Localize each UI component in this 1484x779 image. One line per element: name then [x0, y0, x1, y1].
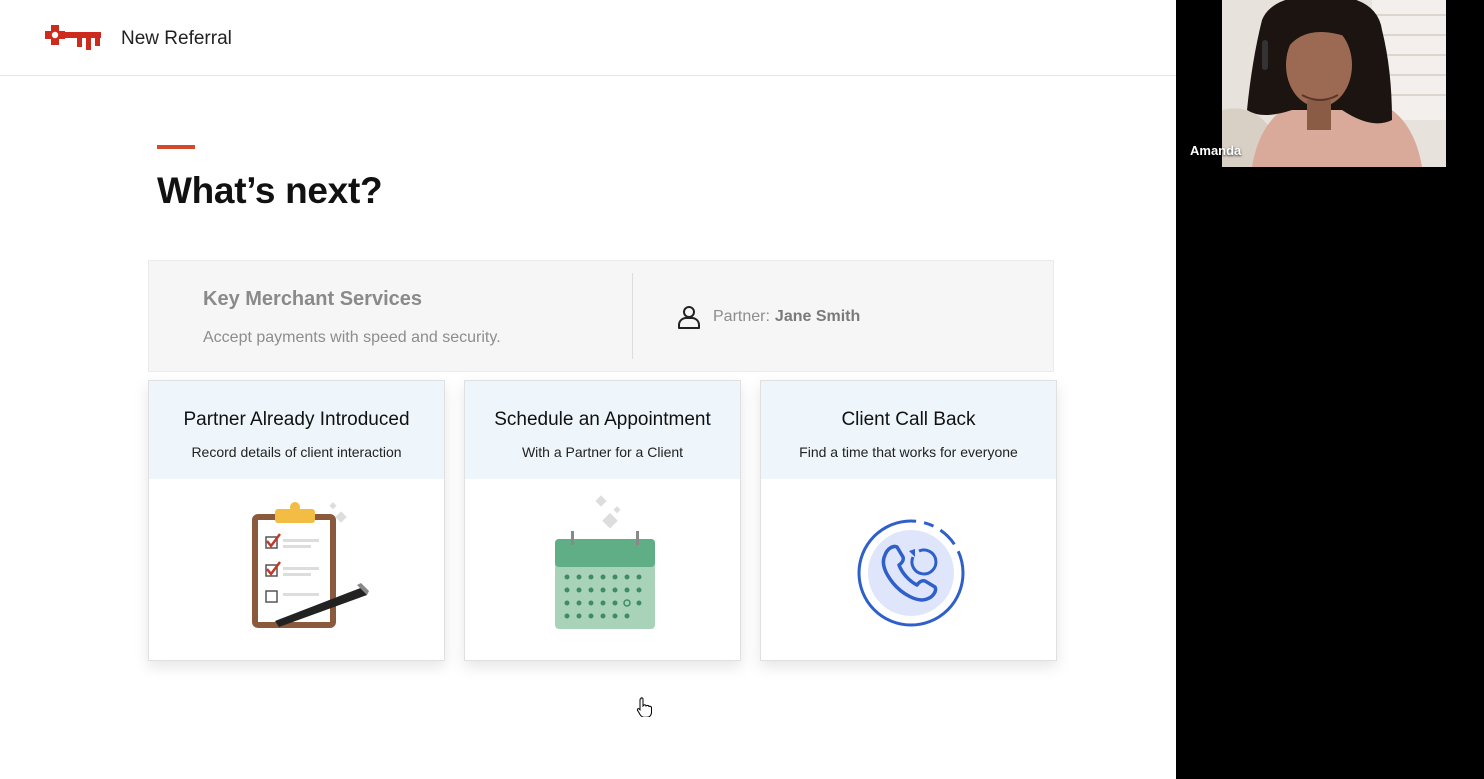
page-heading: What’s next?	[157, 170, 383, 211]
clipboard-checklist-icon	[252, 502, 369, 628]
calendar-icon	[555, 495, 655, 629]
top-bar: New Referral	[0, 0, 1176, 76]
card-title: Partner Already Introduced	[183, 409, 410, 430]
card-illustration	[465, 491, 740, 641]
card-header: Schedule an Appointment With a Partner f…	[465, 381, 740, 479]
heading-accent-bar	[157, 145, 195, 149]
participant-name: Amanda	[1190, 143, 1242, 158]
card-schedule-appointment[interactable]: Schedule an Appointment With a Partner f…	[464, 380, 741, 661]
partner-info: Partner: Jane Smith	[675, 303, 860, 331]
keybank-logo[interactable]	[37, 23, 103, 55]
card-subtitle: Find a time that works for everyone	[799, 444, 1018, 460]
card-title: Client Call Back	[841, 409, 976, 430]
video-call-tile[interactable]	[1222, 0, 1446, 167]
card-illustration	[149, 491, 444, 641]
summary-divider	[632, 273, 633, 359]
card-header: Partner Already Introduced Record detail…	[149, 381, 444, 479]
card-subtitle: With a Partner for a Client	[521, 444, 684, 460]
card-partner-already-introduced[interactable]: Partner Already Introduced Record detail…	[148, 380, 445, 661]
participant-video	[1222, 0, 1446, 167]
card-subtitle: Record details of client interaction	[191, 444, 402, 460]
card-client-call-back[interactable]: Client Call Back Find a time that works …	[760, 380, 1057, 661]
phone-callback-icon	[857, 519, 965, 627]
hand-cursor-icon	[636, 697, 652, 717]
referral-app: New Referral What’s next? Key Merchant S…	[0, 0, 1176, 779]
service-name: Key Merchant Services	[203, 288, 423, 310]
card-header: Client Call Back Find a time that works …	[761, 381, 1056, 479]
referral-summary-panel: Key Merchant Services Accept payments wi…	[148, 260, 1054, 372]
card-illustration	[761, 491, 1056, 641]
card-title: Schedule an Appointment	[494, 409, 711, 430]
partner-label: Partner:	[713, 308, 770, 325]
service-description: Accept payments with speed and security.	[203, 329, 501, 346]
user-icon	[678, 306, 700, 329]
app-title: New Referral	[121, 28, 232, 49]
partner-name: Jane Smith	[774, 308, 861, 325]
